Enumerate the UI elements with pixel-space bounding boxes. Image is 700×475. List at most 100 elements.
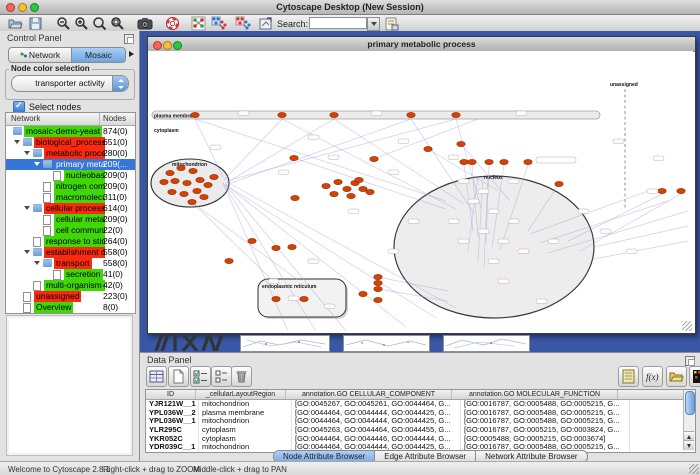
graph-node[interactable] [188, 199, 196, 204]
search-input[interactable] [309, 17, 367, 29]
scrollbar-thumb[interactable] [685, 391, 695, 415]
zoom-selected-icon[interactable] [92, 16, 107, 31]
zoom-fit-icon[interactable] [110, 16, 125, 31]
graph-node[interactable] [370, 156, 378, 161]
graph-node[interactable] [347, 193, 355, 198]
graph-node[interactable] [177, 165, 185, 170]
birdseye-view[interactable] [6, 315, 133, 456]
table-row[interactable]: YPL036W__2plasma membrane[GO:0044464, GO… [146, 409, 695, 418]
snapshot-icon[interactable] [137, 16, 152, 31]
tree-row[interactable]: transport558(0) [6, 258, 135, 269]
graph-node[interactable] [204, 182, 212, 187]
table-scrollbar[interactable] [683, 390, 695, 450]
graph-node[interactable] [555, 181, 563, 186]
graph-node[interactable] [210, 174, 218, 179]
graph-node[interactable] [677, 188, 685, 193]
network-canvas[interactable]: plasma membrane cytoplasm mitochondrion … [148, 51, 693, 332]
tab-network[interactable]: Network [9, 48, 72, 62]
delete-attribute-icon[interactable] [231, 366, 252, 387]
attribute-checklist-icon[interactable] [190, 366, 211, 387]
attribute-notepad-icon[interactable] [618, 366, 639, 387]
table-row[interactable]: YPL036W__1mitochondrion[GO:0044464, GO:0… [146, 417, 695, 426]
graph-node[interactable] [290, 155, 298, 160]
node-color-dropdown[interactable]: transporter activity [11, 75, 129, 92]
graph-node[interactable] [166, 170, 174, 175]
copy-network-icon[interactable] [211, 16, 226, 31]
graph-node[interactable] [359, 291, 367, 296]
graph-node[interactable] [189, 168, 197, 173]
graph-node[interactable] [272, 245, 280, 250]
graph-node[interactable] [183, 180, 191, 185]
disclosure-triangle-icon[interactable] [34, 162, 40, 166]
graph-node[interactable] [500, 159, 508, 164]
graph-node[interactable] [485, 159, 493, 164]
graph-node[interactable] [460, 159, 468, 164]
open-file-icon[interactable] [8, 16, 23, 31]
graph-node[interactable] [374, 286, 382, 291]
tree-row[interactable]: biological_process651(0) [6, 137, 135, 148]
tree-row[interactable]: nucleobase-209(0) [6, 170, 135, 181]
tree-row[interactable]: cellular process614(0) [6, 203, 135, 214]
graph-node[interactable] [330, 191, 338, 196]
column-header[interactable]: annotation.GO MOLECULAR_FUNCTION [452, 390, 618, 399]
graph-node[interactable] [291, 195, 299, 200]
float-panel-icon[interactable] [124, 34, 134, 44]
annotation-icon[interactable] [258, 16, 273, 31]
tree-row[interactable]: cellular metabo209(0) [6, 214, 135, 225]
graph-node[interactable] [366, 189, 374, 194]
graph-node[interactable] [300, 296, 308, 301]
tree-col-network[interactable]: Network [11, 113, 40, 125]
graph-node[interactable] [160, 179, 168, 184]
background-window-edge[interactable] [443, 335, 530, 352]
disclosure-triangle-icon[interactable] [24, 206, 30, 210]
tree-row[interactable]: unassigned223(0) [6, 291, 135, 302]
tree-row[interactable]: nitrogen compo209(0) [6, 181, 135, 192]
background-window-edge[interactable] [240, 335, 330, 352]
graph-node[interactable] [322, 183, 330, 188]
table-row[interactable]: YJR121W__1mitochondrion[GO:0045267, GO:0… [146, 400, 695, 409]
tree-row[interactable]: response to stimulu264(0) [6, 236, 135, 247]
paste-network-icon[interactable] [235, 16, 250, 31]
window-resize-grip[interactable] [689, 464, 699, 474]
save-icon[interactable] [28, 16, 43, 31]
tree-row[interactable]: macromolecule311(0) [6, 192, 135, 203]
float-data-panel-icon[interactable] [685, 356, 695, 366]
graph-node[interactable] [452, 112, 460, 117]
tree-row[interactable]: establishment of lo558(0) [6, 247, 135, 258]
graph-node[interactable] [457, 141, 465, 146]
graph-node[interactable] [248, 238, 256, 243]
column-header[interactable]: ID [146, 390, 196, 399]
table-row[interactable]: YKR052Ccytoplasm[GO:0044464, GO:0044446,… [146, 435, 695, 444]
graph-node[interactable] [524, 159, 532, 164]
graph-node[interactable] [168, 189, 176, 194]
tree-row[interactable]: multi-organism pro42(0) [6, 280, 135, 291]
graph-node[interactable] [407, 112, 415, 117]
graph-node[interactable] [171, 178, 179, 183]
tab-mosaic[interactable]: Mosaic [72, 48, 125, 62]
zoom-in-icon[interactable] [74, 16, 89, 31]
tree-row[interactable]: primary metabo209(... [6, 159, 135, 170]
graph-node[interactable] [658, 188, 666, 193]
graph-node[interactable] [272, 296, 280, 301]
graph-node[interactable] [334, 179, 342, 184]
tree-col-nodes[interactable]: Nodes [103, 113, 126, 125]
graph-node[interactable] [374, 280, 382, 285]
scroll-down-icon[interactable] [684, 440, 694, 450]
attribute-list-icon[interactable] [211, 366, 232, 387]
disclosure-triangle-icon[interactable] [24, 250, 30, 254]
more-tabs-icon[interactable] [129, 51, 134, 57]
tree-row[interactable]: cell communicat22(0) [6, 225, 135, 236]
formula-builder-icon[interactable]: f(x) [642, 366, 663, 387]
network-frame-titlebar[interactable]: primary metabolic process [148, 37, 695, 52]
zoom-out-icon[interactable] [56, 16, 71, 31]
heatmap-icon[interactable] [689, 366, 700, 387]
graph-node[interactable] [180, 191, 188, 196]
graph-node[interactable] [468, 159, 476, 164]
import-attributes-icon[interactable] [666, 366, 687, 387]
table-row[interactable]: YLR295Ccytoplasm[GO:0045263, GO:0044464,… [146, 426, 695, 435]
select-attributes-icon[interactable] [146, 366, 167, 387]
tree-row[interactable]: metabolic process280(0) [6, 148, 135, 159]
create-attribute-icon[interactable] [168, 366, 189, 387]
disclosure-triangle-icon[interactable] [34, 261, 40, 265]
vizmapper-icon[interactable] [384, 16, 399, 31]
